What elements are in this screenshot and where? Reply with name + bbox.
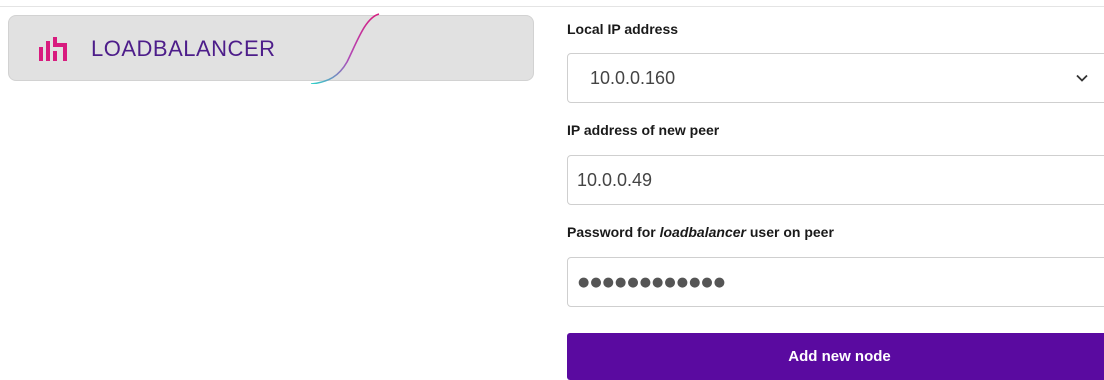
logo-card: LOADBALANCER	[8, 13, 534, 84]
peer-ip-label: IP address of new peer	[567, 122, 720, 138]
password-masked-value: ●●●●●●●●●●●●	[578, 274, 727, 290]
local-ip-value: 10.0.0.160	[590, 67, 676, 88]
password-label: Password for loadbalancer user on peer	[567, 224, 834, 240]
local-ip-label: Local IP address	[567, 21, 679, 37]
logo-wordmark: LOADBALANCER	[91, 36, 276, 61]
password-label-username: loadbalancer	[659, 224, 746, 240]
chevron-down-icon	[1076, 74, 1088, 82]
password-label-prefix: Password for	[567, 224, 660, 240]
logo-swoosh-icon	[310, 13, 380, 84]
add-new-node-button[interactable]: Add new node	[567, 333, 1104, 380]
local-ip-select[interactable]: 10.0.0.160	[567, 53, 1104, 103]
divider	[0, 6, 1104, 7]
peer-ip-input[interactable]: 10.0.0.49	[567, 155, 1104, 205]
loadbalancer-logo-icon	[39, 37, 67, 61]
password-input[interactable]: ●●●●●●●●●●●●	[567, 257, 1104, 307]
password-label-suffix: user on peer	[745, 224, 834, 240]
add-node-page: LOADBALANCER Local IP address 10.0.0.160…	[0, 0, 1104, 380]
peer-ip-value: 10.0.0.49	[577, 169, 653, 190]
